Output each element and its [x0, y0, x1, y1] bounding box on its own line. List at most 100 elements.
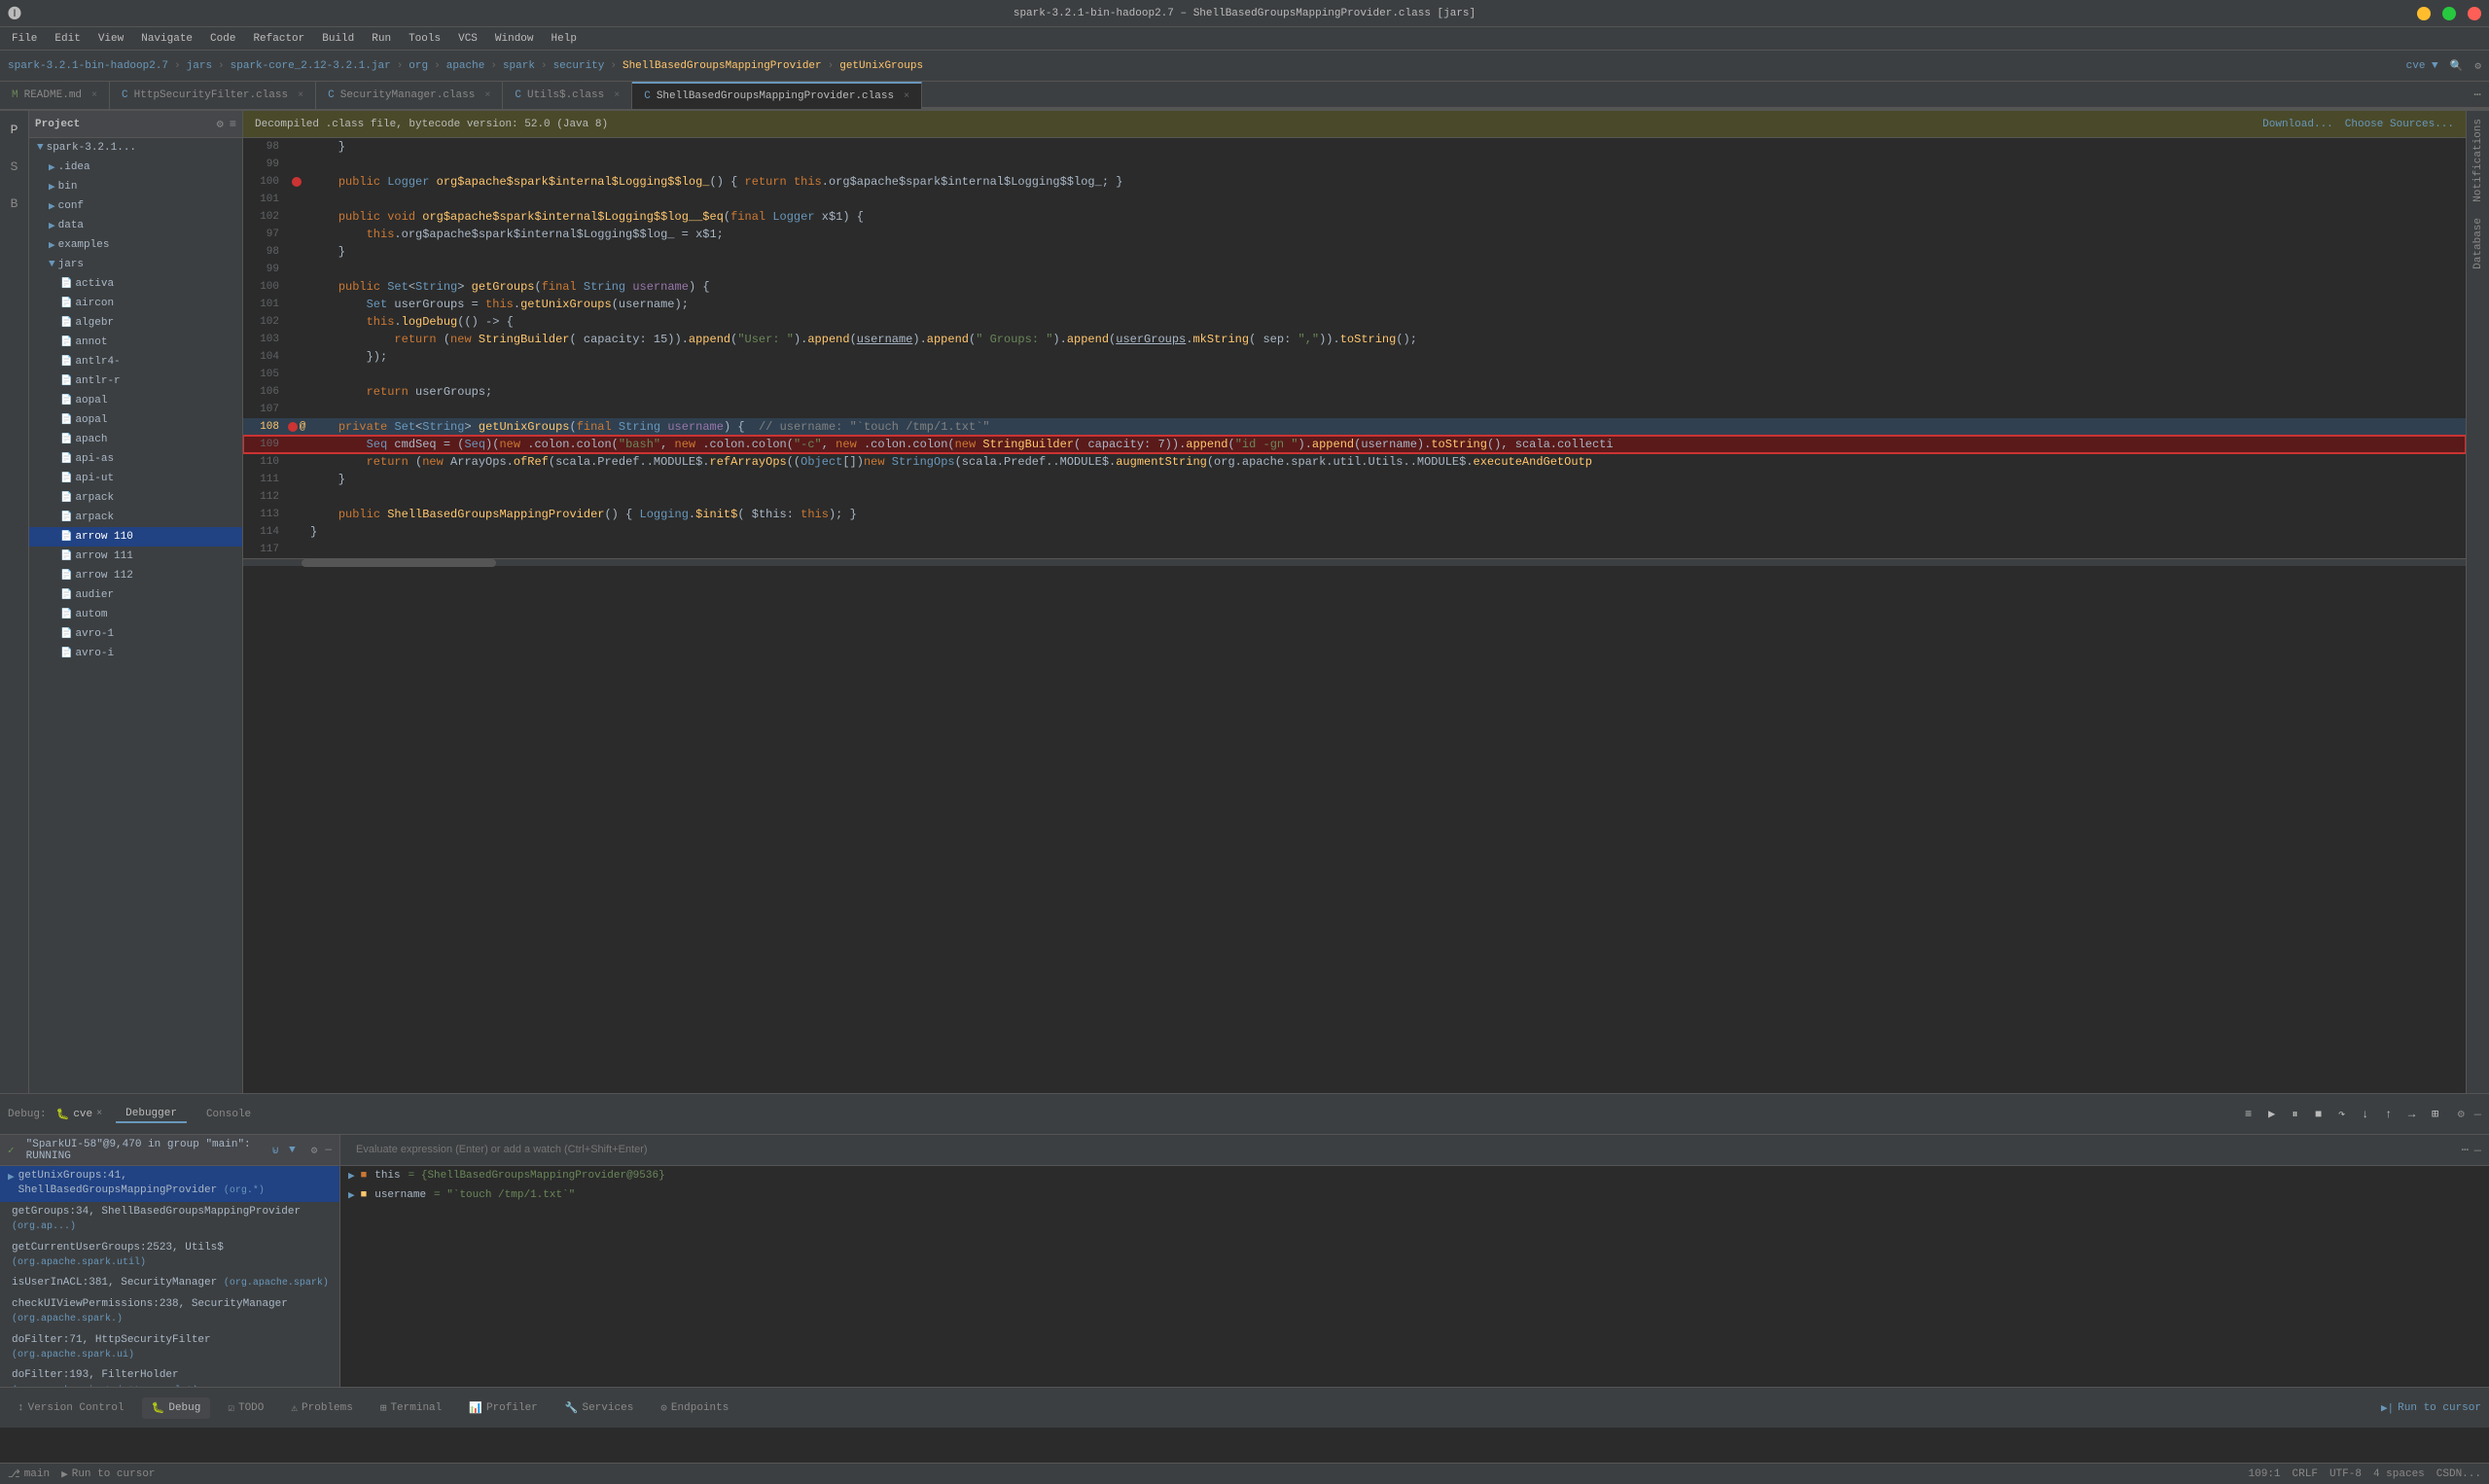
- sidebar-item-apach1[interactable]: 📄apach: [29, 430, 242, 449]
- debug-stop-icon[interactable]: ■: [2310, 1106, 2328, 1123]
- services-tab[interactable]: 🔧 Services: [555, 1397, 644, 1419]
- run-to-cursor-button[interactable]: ▶| Run to cursor: [2381, 1401, 2481, 1415]
- debug-resume-icon[interactable]: ▶: [2263, 1106, 2281, 1123]
- sidebar-item-conf[interactable]: ▶ conf: [29, 196, 242, 216]
- debug-step-into-icon[interactable]: ↓: [2357, 1106, 2374, 1123]
- console-tab[interactable]: Console: [196, 1107, 261, 1122]
- sidebar-item-arpack2[interactable]: 📄arpack: [29, 508, 242, 527]
- frame-item-3[interactable]: isUserInACL:381, SecurityManager (org.ap…: [0, 1273, 339, 1293]
- sidebar-item-autom[interactable]: 📄autom: [29, 605, 242, 624]
- database-icon[interactable]: Database: [2472, 218, 2484, 269]
- structure-view-toggle[interactable]: S: [4, 156, 25, 177]
- git-status[interactable]: ⎇ main: [8, 1467, 50, 1481]
- debug-run-to-cursor-icon[interactable]: →: [2403, 1106, 2421, 1123]
- problems-tab[interactable]: ⚠ Problems: [281, 1397, 362, 1419]
- nav-org[interactable]: org: [409, 60, 428, 72]
- menu-item-file[interactable]: File: [4, 31, 45, 47]
- choose-sources-link[interactable]: Choose Sources...: [2345, 119, 2454, 130]
- nav-jars[interactable]: jars: [187, 60, 212, 72]
- nav-project[interactable]: spark-3.2.1-bin-hadoop2.7: [8, 60, 168, 72]
- sidebar-item-aopal2[interactable]: 📄aopal: [29, 410, 242, 430]
- sidebar-item-antlr-r[interactable]: 📄antlr-r: [29, 371, 242, 391]
- menu-item-view[interactable]: View: [90, 31, 131, 47]
- sidebar-item-avro1[interactable]: 📄avro-1: [29, 624, 242, 644]
- tab-readme-close[interactable]: ×: [91, 90, 97, 101]
- menu-item-edit[interactable]: Edit: [47, 31, 88, 47]
- sidebar-item-aircon[interactable]: 📄aircon: [29, 294, 242, 313]
- frame-item-6[interactable]: doFilter:193, FilterHolder (org.sparkpro…: [0, 1365, 339, 1387]
- sidebar-item-aopal1[interactable]: 📄aopal: [29, 391, 242, 410]
- nav-jar[interactable]: spark-core_2.12-3.2.1.jar: [231, 60, 391, 72]
- frame-item-4[interactable]: checkUIViewPermissions:238, SecurityMana…: [0, 1294, 339, 1330]
- breakpoint-100[interactable]: [292, 177, 302, 187]
- debug-step-over-icon[interactable]: ↷: [2333, 1106, 2351, 1123]
- code-scroll[interactable]: 98 } 99 100 public Logger org$: [243, 138, 2466, 1093]
- tab-readme[interactable]: M README.md ×: [0, 82, 110, 109]
- terminal-tab[interactable]: ⊞ Terminal: [371, 1397, 451, 1419]
- version-control-tab[interactable]: ↕ Version Control: [8, 1398, 134, 1418]
- run-button[interactable]: ▶ Run to cursor: [61, 1467, 155, 1481]
- sidebar-item-arrow111[interactable]: 📄arrow 111: [29, 547, 242, 566]
- nav-apache[interactable]: apache: [446, 60, 485, 72]
- thread-dropdown-icon[interactable]: ▼: [289, 1145, 296, 1156]
- sidebar-item-antlr4[interactable]: 📄antlr4-: [29, 352, 242, 371]
- menu-item-help[interactable]: Help: [544, 31, 585, 47]
- more-tabs-button[interactable]: ⋯: [2466, 82, 2489, 109]
- crlf-status[interactable]: CRLF: [2293, 1468, 2318, 1480]
- menu-item-code[interactable]: Code: [202, 31, 243, 47]
- frame-item-5[interactable]: doFilter:71, HttpSecurityFilter (org.apa…: [0, 1330, 339, 1366]
- sidebar-item-examples[interactable]: ▶ examples: [29, 235, 242, 255]
- frame-item-0[interactable]: ▶ getUnixGroups:41, ShellBasedGroupsMapp…: [0, 1166, 339, 1202]
- minimize-button[interactable]: [2417, 7, 2431, 20]
- tab-securitymanager-close[interactable]: ×: [484, 90, 490, 101]
- sidebar-item-api-as[interactable]: 📄api-as: [29, 449, 242, 469]
- encoding-status[interactable]: UTF-8: [2329, 1468, 2362, 1480]
- sidebar-item-idea[interactable]: ▶ .idea: [29, 158, 242, 177]
- frames-settings-icon[interactable]: ⚙: [311, 1144, 318, 1157]
- nav-search-icon[interactable]: 🔍: [2450, 59, 2464, 73]
- sidebar-settings-icon[interactable]: ⚙: [217, 117, 224, 131]
- sidebar-item-avro-i[interactable]: 📄avro-i: [29, 644, 242, 663]
- nav-class[interactable]: ShellBasedGroupsMappingProvider: [622, 60, 822, 72]
- sidebar-item-jars[interactable]: ▼ jars: [29, 255, 242, 274]
- debug-session-close[interactable]: ×: [96, 1109, 102, 1119]
- sidebar-item-arpack1[interactable]: 📄arpack: [29, 488, 242, 508]
- this-expand-icon[interactable]: ▶: [348, 1169, 355, 1183]
- frame-item-1[interactable]: getGroups:34, ShellBasedGroupsMappingPro…: [0, 1202, 339, 1238]
- nav-method[interactable]: getUnixGroups: [839, 60, 923, 72]
- close-button[interactable]: [2468, 7, 2481, 20]
- tab-utils[interactable]: C Utils$.class ×: [503, 82, 632, 109]
- sidebar-item-arrow112[interactable]: 📄arrow 112: [29, 566, 242, 585]
- sidebar-item-api-ut[interactable]: 📄api-ut: [29, 469, 242, 488]
- menu-item-tools[interactable]: Tools: [401, 31, 448, 47]
- debug-step-out-icon[interactable]: ↑: [2380, 1106, 2398, 1123]
- menu-item-refactor[interactable]: Refactor: [245, 31, 312, 47]
- sidebar-root[interactable]: ▼ spark-3.2.1...: [29, 138, 242, 158]
- endpoints-tab[interactable]: ⊙ Endpoints: [651, 1397, 738, 1419]
- sidebar-item-activa[interactable]: 📄activa: [29, 274, 242, 294]
- menu-item-vcs[interactable]: VCS: [450, 31, 485, 47]
- code-hscroll-thumb[interactable]: [302, 559, 496, 567]
- thread-filter-icon[interactable]: ⊌: [271, 1144, 279, 1157]
- tab-shellbased-close[interactable]: ×: [904, 91, 909, 102]
- vars-more-icon[interactable]: ⋯: [2462, 1143, 2469, 1157]
- frame-item-2[interactable]: getCurrentUserGroups:2523, Utils$ (org.a…: [0, 1238, 339, 1274]
- maximize-button[interactable]: [2442, 7, 2456, 20]
- tab-httpsecurity-close[interactable]: ×: [298, 90, 303, 101]
- debug-show-frames-icon[interactable]: ≡: [2240, 1106, 2258, 1123]
- evaluate-expression-input[interactable]: [348, 1135, 1412, 1166]
- menu-item-navigate[interactable]: Navigate: [133, 31, 200, 47]
- tab-httpsecurity[interactable]: C HttpSecurityFilter.class ×: [110, 82, 316, 109]
- vars-close-icon[interactable]: —: [2474, 1144, 2481, 1157]
- indent-status[interactable]: 4 spaces: [2373, 1468, 2425, 1480]
- debug-close-panel-icon[interactable]: —: [2474, 1108, 2481, 1121]
- sidebar-item-audier[interactable]: 📄audier: [29, 585, 242, 605]
- username-expand-icon[interactable]: ▶: [348, 1188, 355, 1202]
- todo-tab[interactable]: ☑ TODO: [218, 1397, 273, 1419]
- position-status[interactable]: 109:1: [2249, 1468, 2281, 1480]
- menu-item-window[interactable]: Window: [487, 31, 542, 47]
- var-this[interactable]: ▶ ■ this = {ShellBasedGroupsMappingProvi…: [340, 1166, 2489, 1185]
- sidebar-item-algebr[interactable]: 📄algebr: [29, 313, 242, 333]
- menu-item-run[interactable]: Run: [364, 31, 399, 47]
- nav-settings-icon[interactable]: ⚙: [2474, 59, 2481, 73]
